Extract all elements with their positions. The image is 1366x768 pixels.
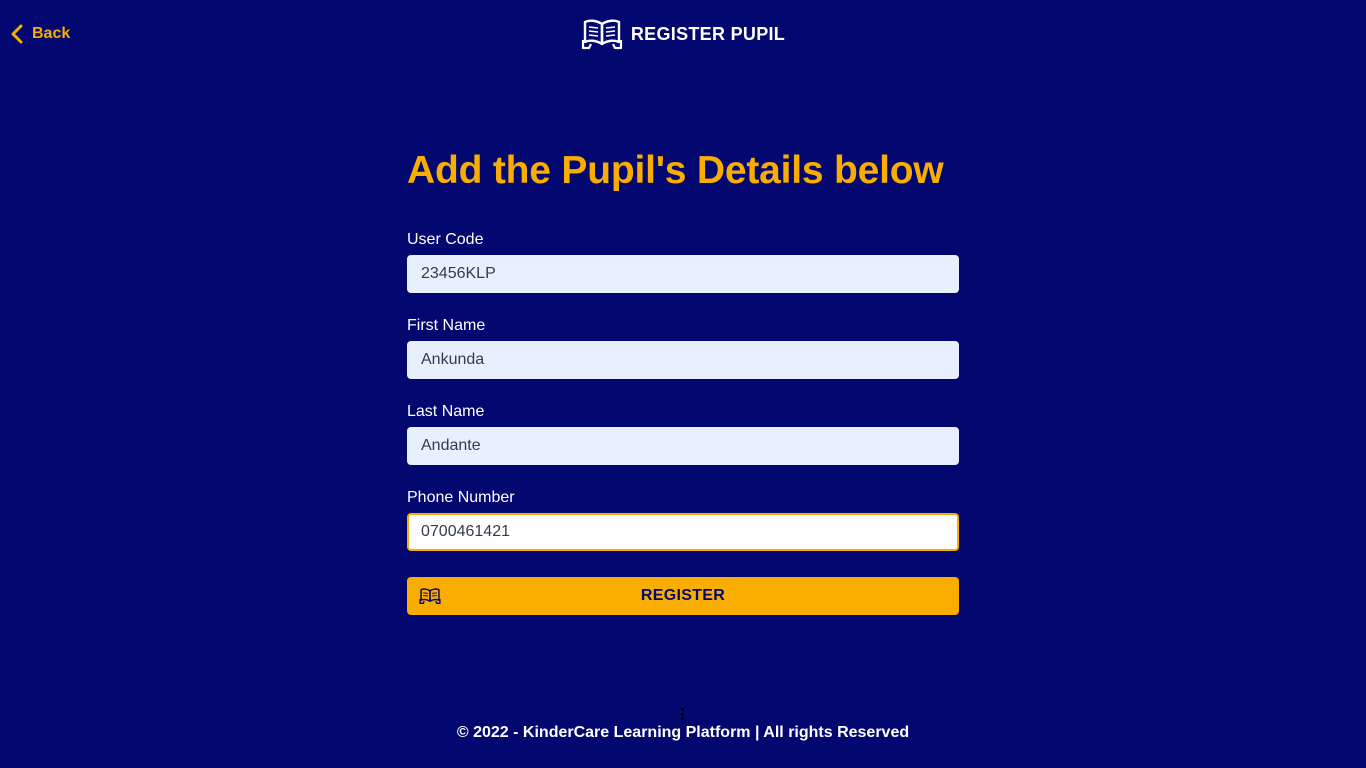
open-book-icon [581, 18, 623, 50]
last-name-group: Last Name [407, 403, 959, 465]
last-name-label: Last Name [407, 403, 485, 420]
phone-number-label: Phone Number [407, 489, 515, 506]
user-code-input[interactable] [407, 255, 959, 293]
form-heading: Add the Pupil's Details below [407, 149, 944, 192]
open-book-icon [419, 587, 441, 610]
first-name-input[interactable] [407, 341, 959, 379]
vertical-ellipsis-icon [681, 708, 684, 720]
pupil-registration-form: Add the Pupil's Details below User Code … [407, 145, 959, 615]
register-button-label: REGISTER [640, 587, 726, 604]
phone-number-input[interactable] [407, 513, 959, 551]
first-name-label: First Name [407, 317, 486, 334]
user-code-group: User Code [407, 231, 959, 293]
user-code-label: User Code [407, 231, 484, 248]
page-header: REGISTER PUPIL [0, 18, 1366, 50]
first-name-group: First Name [407, 317, 959, 379]
register-button[interactable]: REGISTER [407, 577, 959, 615]
page-title: REGISTER PUPIL [630, 23, 786, 44]
last-name-input[interactable] [407, 427, 959, 465]
phone-number-group: Phone Number [407, 489, 959, 551]
footer-copyright: © 2022 - KinderCare Learning Platform | … [456, 724, 910, 741]
